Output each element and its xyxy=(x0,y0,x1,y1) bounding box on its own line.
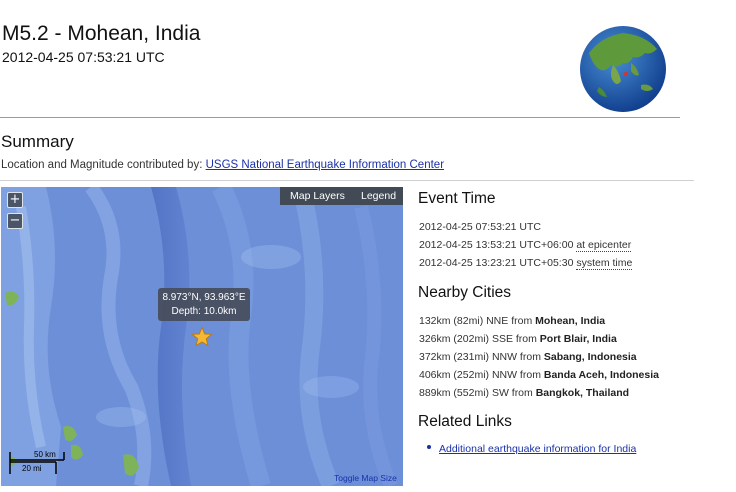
contributor-link[interactable]: USGS National Earthquake Information Cen… xyxy=(206,159,444,171)
legend-button[interactable]: Legend xyxy=(361,190,396,202)
city-name: Mohean, India xyxy=(535,315,606,327)
city-distance: 132km (82mi) NNE from xyxy=(419,315,533,327)
epicenter-label: at epicenter xyxy=(576,239,632,252)
event-time-heading: Event Time xyxy=(418,190,496,207)
city-name: Sabang, Indonesia xyxy=(543,351,637,363)
system-time-label: system time xyxy=(576,257,633,270)
map-scale: 50 km 20 mi xyxy=(8,448,88,478)
globe-icon xyxy=(580,26,666,112)
popup-depth: Depth: 10.0km xyxy=(171,306,237,317)
popup-coordinates: 8.973°N, 93.963°E xyxy=(162,292,246,303)
star-icon[interactable] xyxy=(191,326,213,348)
summary-heading: Summary xyxy=(1,132,74,151)
city-item: 326km (202mi) SSE from Port Blair, India xyxy=(419,333,617,345)
scale-km-label: 50 km xyxy=(34,450,56,459)
header-divider xyxy=(0,117,680,118)
contributor-label: Location and Magnitude contributed by: xyxy=(1,159,203,171)
summary-divider xyxy=(0,180,694,181)
city-distance: 372km (231mi) NNW from xyxy=(419,351,541,363)
event-time-utc: 2012-04-25 07:53:21 UTC xyxy=(419,221,541,233)
related-link[interactable]: Additional earthquake information for In… xyxy=(439,443,636,455)
map-layers-button[interactable]: Map Layers xyxy=(290,190,345,202)
epicenter-time: 2012-04-25 13:53:21 UTC+06:00 xyxy=(419,239,574,251)
zoom-out-button[interactable]: − xyxy=(7,213,23,229)
nearby-cities-heading: Nearby Cities xyxy=(418,284,512,301)
system-time: 2012-04-25 13:23:21 UTC+05:30 xyxy=(419,257,574,269)
event-datetime: 2012-04-25 07:53:21 UTC xyxy=(2,49,165,65)
city-distance: 326km (202mi) SSE from xyxy=(419,333,537,345)
city-name: Bangkok, Thailand xyxy=(535,387,630,399)
related-links-heading: Related Links xyxy=(418,413,512,430)
map-controls-bar: Map Layers Legend xyxy=(280,187,403,205)
scale-mi-label: 20 mi xyxy=(22,464,42,473)
city-item: 132km (82mi) NNE from Mohean, India xyxy=(419,315,605,327)
city-distance: 406km (252mi) NNW from xyxy=(419,369,541,381)
city-item: 372km (231mi) NNW from Sabang, Indonesia xyxy=(419,351,637,363)
earthquake-map[interactable]: + − Map Layers Legend 8.973°N, 93.963°E … xyxy=(1,187,403,486)
zoom-in-button[interactable]: + xyxy=(7,192,23,208)
city-name: Banda Aceh, Indonesia xyxy=(543,369,659,381)
city-item: 889km (552mi) SW from Bangkok, Thailand xyxy=(419,387,629,399)
city-distance: 889km (552mi) SW from xyxy=(419,387,533,399)
page-title: M5.2 - Mohean, India xyxy=(2,22,201,45)
city-name: Port Blair, India xyxy=(539,333,617,345)
event-time-system: 2012-04-25 13:23:21 UTC+05:30 system tim… xyxy=(419,257,633,270)
contributor-line: Location and Magnitude contributed by: U… xyxy=(1,159,444,171)
epicenter-popup: 8.973°N, 93.963°E Depth: 10.0km xyxy=(158,288,250,321)
toggle-map-size-link[interactable]: Toggle Map Size xyxy=(334,473,397,483)
event-time-epicenter: 2012-04-25 13:53:21 UTC+06:00 at epicent… xyxy=(419,239,632,252)
city-item: 406km (252mi) NNW from Banda Aceh, Indon… xyxy=(419,369,659,381)
bullet-icon xyxy=(427,445,431,449)
